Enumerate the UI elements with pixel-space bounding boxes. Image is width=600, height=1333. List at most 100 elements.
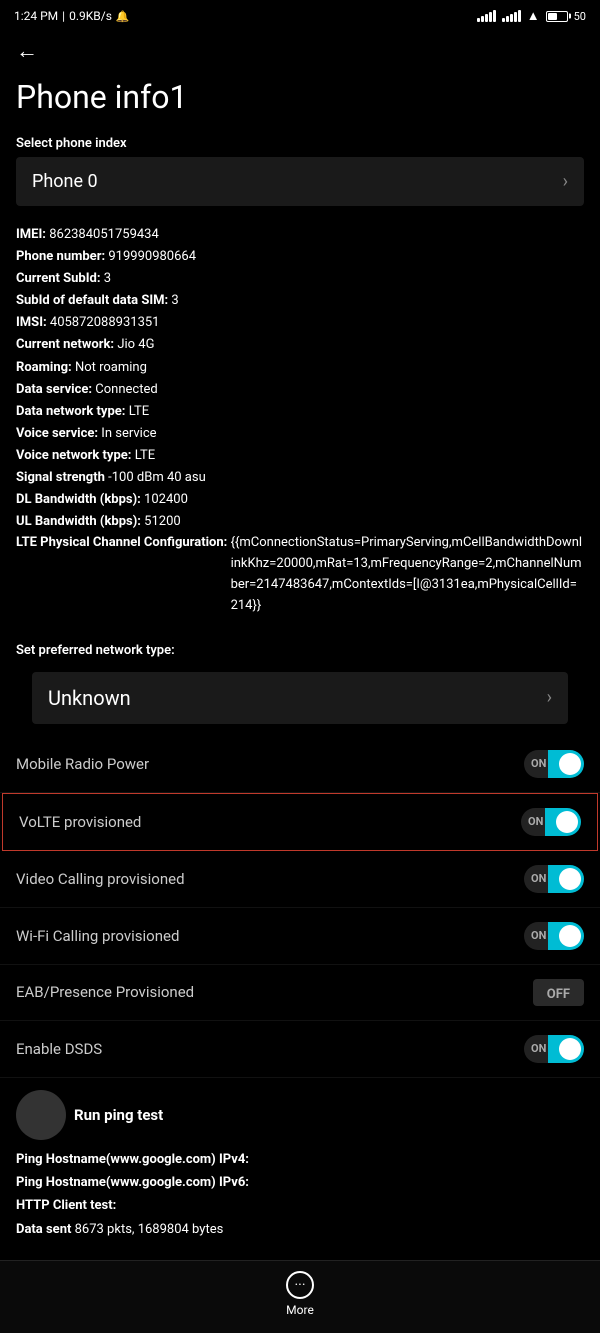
- lte-config-value: {{mConnectionStatus=PrimaryServing,mCell…: [231, 533, 584, 616]
- status-bar: 1:24 PM | 0.9KB/s 🔔 ▲ 50: [0, 0, 600, 28]
- toggle-switch-mobile-radio-power[interactable]: ON: [504, 750, 584, 778]
- toggle-on-text-mobile: ON: [531, 757, 546, 770]
- toggle-label-eab-presence: EAB/Presence Provisioned: [16, 983, 194, 1001]
- toggle-on-text-video: ON: [531, 872, 546, 885]
- signal-strength-data: -100 dBm 40 asu: [108, 470, 206, 485]
- battery-level: 50: [574, 10, 586, 23]
- subid-value: 3: [104, 271, 111, 286]
- alarm-icon: 🔔: [116, 10, 130, 23]
- ping-ipv4-label: Ping Hostname(www.google.com) IPv4:: [16, 1152, 249, 1167]
- toggle-switch-volte-provisioned[interactable]: ON: [501, 808, 581, 836]
- ping-header[interactable]: Run ping test: [16, 1090, 584, 1140]
- lte-config-label: LTE Physical Channel Configuration:: [16, 533, 227, 554]
- subid-default-row: SubId of default data SIM: 3: [16, 290, 584, 312]
- more-icon: ···: [286, 1271, 314, 1299]
- toggle-row-enable-dsds[interactable]: Enable DSDS ON: [0, 1021, 600, 1078]
- data-network-type-label: Data network type:: [16, 404, 125, 419]
- subid-default-label: SubId of default data SIM:: [16, 293, 168, 308]
- roaming-label: Roaming:: [16, 360, 72, 375]
- signal-strength-row: Signal strength -100 dBm 40 asu: [16, 467, 584, 489]
- wifi-icon: ▲: [527, 8, 540, 24]
- imsi-row: IMSI: 405872088931351: [16, 312, 584, 334]
- network-type-section: Set preferred network type: Unknown ›: [0, 631, 600, 728]
- voice-network-type-row: Voice network type: LTE: [16, 445, 584, 467]
- toggle-knob-wifi: [559, 925, 581, 947]
- voice-network-type-value: LTE: [135, 448, 155, 463]
- phone-selector-value: Phone 0: [32, 171, 98, 192]
- toggle-label-volte-provisioned: VoLTE provisioned: [19, 813, 141, 831]
- toggle-switch-video-calling[interactable]: ON: [504, 865, 584, 893]
- toggle-on-text-dsds: ON: [531, 1042, 546, 1055]
- toggle-row-video-calling[interactable]: Video Calling provisioned ON: [0, 851, 600, 908]
- data-service-label: Data service:: [16, 382, 92, 397]
- ul-bandwidth-label: UL Bandwidth (kbps):: [16, 514, 141, 529]
- toggle-label-mobile-radio-power: Mobile Radio Power: [16, 755, 149, 773]
- network-type-chevron-icon: ›: [547, 687, 552, 708]
- toggle-on-text-volte: ON: [528, 815, 543, 828]
- data-network-type-value: LTE: [129, 404, 149, 419]
- dl-bandwidth-value: 102400: [144, 492, 188, 507]
- status-left: 1:24 PM | 0.9KB/s 🔔: [14, 9, 130, 23]
- status-right: ▲ 50: [477, 8, 586, 24]
- network-type-selector[interactable]: Unknown ›: [32, 672, 568, 724]
- ul-bandwidth-value: 51200: [144, 514, 181, 529]
- ping-avatar: [16, 1090, 66, 1140]
- back-button[interactable]: ←: [0, 28, 54, 70]
- roaming-row: Roaming: Not roaming: [16, 357, 584, 379]
- phone-number-label: Phone number:: [16, 249, 105, 264]
- network-type-value: Unknown: [48, 686, 131, 710]
- toggle-label-enable-dsds: Enable DSDS: [16, 1040, 102, 1058]
- phone-number-row: Phone number: 919990980664: [16, 246, 584, 268]
- ping-title: Run ping test: [74, 1106, 163, 1124]
- toggle-section: Mobile Radio Power ON VoLTE provisioned …: [0, 736, 600, 1078]
- ul-bandwidth-row: UL Bandwidth (kbps): 51200: [16, 511, 584, 533]
- imsi-label: IMSI:: [16, 315, 47, 330]
- phone-selector[interactable]: Phone 0 ›: [16, 157, 584, 206]
- imsi-value: 405872088931351: [50, 315, 160, 330]
- ping-ipv4-row: Ping Hostname(www.google.com) IPv4:: [16, 1148, 584, 1171]
- toggle-knob-volte: [556, 811, 578, 833]
- toggle-label-video-calling: Video Calling provisioned: [16, 870, 185, 888]
- data-sent-label: Data sent: [16, 1222, 75, 1237]
- lte-config-row: LTE Physical Channel Configuration: {{mC…: [16, 533, 584, 616]
- signal-bars-1: [477, 10, 496, 22]
- speed-display: |: [62, 9, 65, 23]
- phone-info-block: IMEI: 862384051759434 Phone number: 9199…: [0, 218, 600, 631]
- subid-label: Current SubId:: [16, 271, 101, 286]
- imei-row: IMEI: 862384051759434: [16, 224, 584, 246]
- phone-number-value: 919990980664: [108, 249, 196, 264]
- toggle-on-text-wifi: ON: [531, 929, 546, 942]
- toggle-row-volte-provisioned[interactable]: VoLTE provisioned ON: [2, 793, 598, 851]
- toggle-switch-enable-dsds[interactable]: ON: [504, 1035, 584, 1063]
- network-type-label: Set preferred network type:: [16, 639, 584, 664]
- subid-row: Current SubId: 3: [16, 268, 584, 290]
- voice-service-label: Voice service:: [16, 426, 98, 441]
- voice-service-value: In service: [101, 426, 156, 441]
- signal-bars-2: [502, 10, 521, 22]
- toggle-row-wifi-calling[interactable]: Wi-Fi Calling provisioned ON: [0, 908, 600, 965]
- more-nav-label: More: [286, 1303, 314, 1317]
- data-sent-row: Data sent 8673 pkts, 1689804 bytes: [16, 1218, 584, 1241]
- roaming-value: Not roaming: [75, 360, 147, 375]
- voice-service-row: Voice service: In service: [16, 423, 584, 445]
- current-network-label: Current network:: [16, 337, 114, 352]
- ping-details: Ping Hostname(www.google.com) IPv4: Ping…: [16, 1148, 584, 1242]
- current-network-row: Current network: Jio 4G: [16, 334, 584, 356]
- imei-label: IMEI:: [16, 227, 46, 242]
- voice-network-type-label: Voice network type:: [16, 448, 131, 463]
- toggle-row-mobile-radio-power[interactable]: Mobile Radio Power ON: [0, 736, 600, 793]
- chevron-right-icon: ›: [563, 171, 568, 192]
- data-service-value: Connected: [95, 382, 157, 397]
- more-nav-item[interactable]: ··· More: [286, 1271, 314, 1317]
- toggle-switch-wifi-calling[interactable]: ON: [504, 922, 584, 950]
- bottom-nav: ··· More: [0, 1260, 600, 1333]
- toggle-label-wifi-calling: Wi-Fi Calling provisioned: [16, 927, 179, 945]
- toggle-row-eab-presence[interactable]: EAB/Presence Provisioned OFF: [0, 965, 600, 1021]
- imei-value: 862384051759434: [49, 227, 159, 242]
- ping-ipv6-row: Ping Hostname(www.google.com) IPv6:: [16, 1171, 584, 1194]
- toggle-knob-mobile: [559, 753, 581, 775]
- toggle-switch-eab-presence[interactable]: OFF: [504, 979, 584, 1006]
- http-client-row: HTTP Client test:: [16, 1194, 584, 1217]
- data-service-row: Data service: Connected: [16, 379, 584, 401]
- subid-default-value: 3: [171, 293, 178, 308]
